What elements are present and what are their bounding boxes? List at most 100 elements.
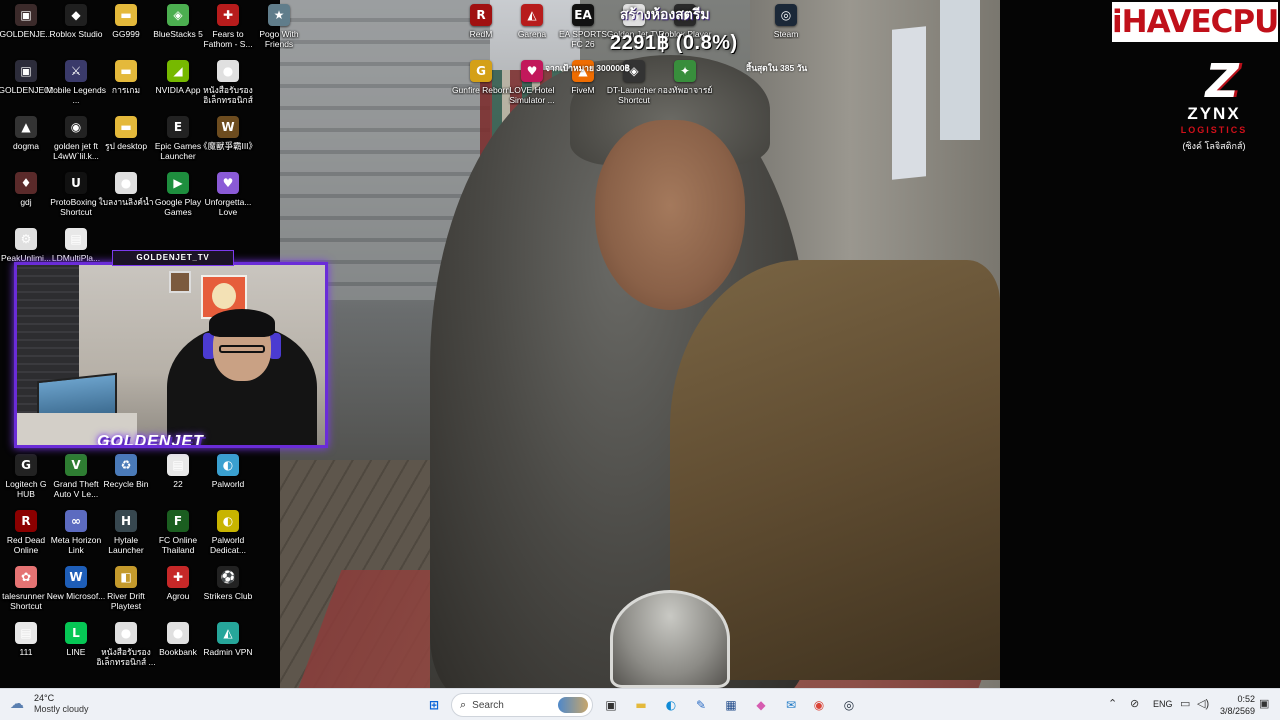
- desktop-icon[interactable]: ▣ GOLDENJE...: [0, 4, 52, 58]
- volume-icon[interactable]: ◁): [1197, 697, 1209, 710]
- desktop-icon-label: Recycle Bin: [103, 479, 149, 489]
- donation-goal-target: จากเป้าหมาย 300000฿: [545, 63, 630, 73]
- app-icon: ▤: [65, 228, 87, 250]
- app-icon: W: [217, 116, 239, 138]
- app-icon: ◐: [217, 510, 239, 532]
- desktop-icon[interactable]: F FC Online Thailand: [152, 510, 204, 564]
- desktop-icon[interactable]: ◭ Garena: [506, 4, 558, 58]
- desktop-icon[interactable]: ● ใบลงานลิงค์น้ำ: [98, 172, 154, 226]
- notepad-button[interactable]: ✎: [690, 694, 712, 716]
- desktop-icon[interactable]: ⚔ Mobile Legends ...: [46, 60, 106, 114]
- cloud-icon: ☁: [10, 695, 24, 711]
- app-icon: ✚: [217, 4, 239, 26]
- outlook-button[interactable]: ✉: [780, 694, 802, 716]
- task-view-button[interactable]: ▣: [600, 694, 622, 716]
- desktop-icon[interactable]: E Epic Games Launcher: [152, 116, 204, 170]
- desktop-icon[interactable]: ◭ Radmin VPN: [202, 622, 254, 676]
- app-icon: ◈: [167, 4, 189, 26]
- desktop-icon[interactable]: ✦ กองทัพอาจารย์: [658, 60, 712, 114]
- ihavecpu-logo: iHAVECPU: [1112, 2, 1279, 42]
- zynx-logo-icon: Z: [1205, 54, 1239, 108]
- chevron-up-icon[interactable]: ⌃: [1108, 697, 1117, 710]
- wall-frame: [169, 271, 191, 293]
- desktop-icon[interactable]: ◈ BlueStacks 5: [152, 4, 204, 58]
- desktop-icon[interactable]: ♦ gdj: [0, 172, 52, 226]
- desktop-icon[interactable]: G Gunfire Reborn: [452, 60, 510, 114]
- webcam-logo: GOLDENJET: [97, 433, 204, 448]
- app-icon: R: [15, 510, 37, 532]
- wall-poster-art: [212, 283, 236, 309]
- desktop-icon[interactable]: EA EA SPORTS FC 26: [557, 4, 609, 58]
- desktop-icon[interactable]: ◢ NVIDIA App: [152, 60, 204, 114]
- desktop-icon[interactable]: ▣ GOLDENJE02: [0, 60, 54, 114]
- desktop-icon[interactable]: R RedM: [455, 4, 507, 58]
- desktop-icon[interactable]: U ProtoBoxing - Shortcut: [50, 172, 102, 226]
- app-icon: ▤: [167, 454, 189, 476]
- desktop-icon[interactable]: W New Microsof...: [47, 566, 105, 620]
- desktop-icon[interactable]: ● หนังสือรับรอง อิเล็กทรอนิกส์: [202, 60, 254, 114]
- desktop-icon[interactable]: ⚽ Strikers Club: [202, 566, 254, 620]
- desktop-icon[interactable]: ▬ การเกม: [100, 60, 152, 114]
- steam-button[interactable]: ◎: [838, 694, 860, 716]
- desktop-icon[interactable]: G Logitech G HUB: [0, 454, 52, 508]
- desktop-icon[interactable]: ∞ Meta Horizon Link: [50, 510, 102, 564]
- desktop-icon[interactable]: ▤ 22: [152, 454, 204, 508]
- desktop-icon[interactable]: ◐ Palworld: [202, 454, 254, 508]
- app-icon: ●: [167, 622, 189, 644]
- app-icon: H: [115, 510, 137, 532]
- desktop-icon[interactable]: ▶ Google Play Games: [152, 172, 204, 226]
- wallpaper-cup: [610, 590, 730, 688]
- search-icon: ⌕: [460, 698, 467, 711]
- search-box[interactable]: ⌕ Search: [451, 693, 593, 717]
- desktop-icon[interactable]: H Hytale Launcher: [100, 510, 152, 564]
- app-icon: F: [167, 510, 189, 532]
- desktop-icon[interactable]: V Grand Theft Auto V Le...: [50, 454, 102, 508]
- desktop-icon[interactable]: ♥ Unforgetta... Love: [202, 172, 254, 226]
- desktop-icon[interactable]: ★ Pogo With Friends: [253, 4, 305, 58]
- desktop-icon-label: Radmin VPN: [203, 647, 253, 657]
- desktop-icon[interactable]: ✚ Agrou: [152, 566, 204, 620]
- desktop-icon-label: Hytale Launcher: [108, 535, 144, 555]
- app-icon: ★: [268, 4, 290, 26]
- network-icon[interactable]: ⊘: [1130, 697, 1139, 710]
- desktop-icon[interactable]: ◉ golden jet ft L4wW`lil.k...: [50, 116, 102, 170]
- desktop-icon[interactable]: ▬ GG999: [100, 4, 152, 58]
- clock-date[interactable]: 3/8/2569: [1215, 706, 1255, 716]
- desktop-icon[interactable]: ◐ Palworld Dedicat...: [202, 510, 254, 564]
- desktop-icon-label: กองทัพอาจารย์: [657, 85, 713, 95]
- desktop-icon[interactable]: L LINE: [50, 622, 102, 676]
- language-indicator[interactable]: ENG: [1153, 699, 1173, 709]
- desktop-icon[interactable]: ♻ Recycle Bin: [100, 454, 152, 508]
- app-icon: G: [470, 60, 492, 82]
- edge-button[interactable]: ◐: [660, 694, 682, 716]
- weather-widget[interactable]: ☁ 24°C Mostly cloudy: [10, 693, 89, 715]
- start-button[interactable]: ⊞: [423, 694, 445, 716]
- search-highlight-image: [558, 697, 588, 713]
- desktop-icon[interactable]: ✚ Fears to Fathom - S...: [202, 4, 254, 58]
- desktop-icon[interactable]: ● หนังสือรับรอง อิเล็กทรอนิกส์ ...: [96, 622, 156, 676]
- desktop-icon-label: Steam: [773, 29, 799, 39]
- desktop-icon[interactable]: ◎ Steam: [760, 4, 812, 58]
- desktop-icon[interactable]: ✿ talesrunner - Shortcut: [0, 566, 52, 620]
- app-icon: R: [470, 4, 492, 26]
- desktop-icon-label: Palworld Dedicat...: [210, 535, 246, 555]
- desktop-icon[interactable]: ◧ River Drift Playtest: [100, 566, 152, 620]
- desktop-icon[interactable]: ▬ รูป desktop: [100, 116, 152, 170]
- clock-time[interactable]: 0:52: [1215, 694, 1255, 704]
- store-button[interactable]: ▦: [720, 694, 742, 716]
- notification-icon[interactable]: ▣: [1259, 697, 1269, 710]
- desktop-icon[interactable]: ▲ dogma: [0, 116, 52, 170]
- donation-goal-amount: 2291฿ (0.8%): [610, 32, 738, 54]
- donation-goal-expire: สิ้นสุดใน 385 วัน: [746, 63, 808, 73]
- copilot-button[interactable]: ◆: [750, 694, 772, 716]
- desktop-icon[interactable]: R Red Dead Online: [0, 510, 52, 564]
- display-icon[interactable]: ▭: [1180, 697, 1190, 710]
- desktop-icon[interactable]: ◆ Roblox Studio: [50, 4, 102, 58]
- desktop-icon-label: GG999: [112, 29, 140, 39]
- chrome-button[interactable]: ◉: [808, 694, 830, 716]
- file-explorer-button[interactable]: ▬: [630, 694, 652, 716]
- desktop-icon[interactable]: W 《魔獸爭霸III》: [199, 116, 257, 170]
- app-icon: W: [65, 566, 87, 588]
- desktop-icon[interactable]: ● Bookbank: [152, 622, 204, 676]
- desktop-icon[interactable]: ▤ 111: [0, 622, 52, 676]
